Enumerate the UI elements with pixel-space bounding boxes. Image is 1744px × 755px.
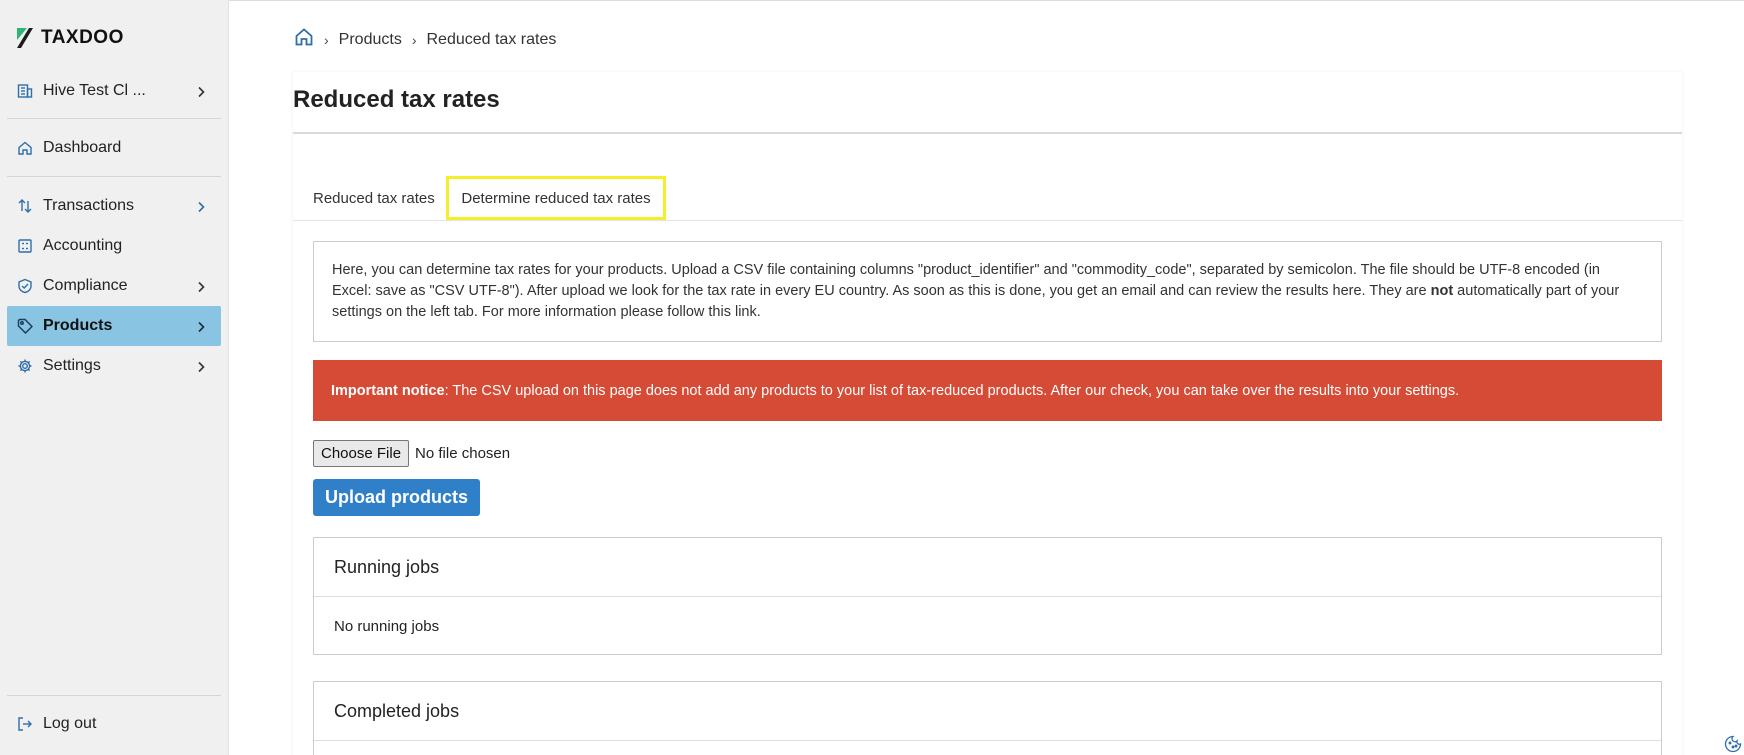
important-notice-banner: Important notice: The CSV upload on this… [313,360,1662,421]
chevron-right-icon: › [324,31,329,48]
taxdoo-logo-icon [15,26,35,50]
file-input[interactable]: Choose File No file chosen [313,440,510,467]
sidebar-item-label: Accounting [43,237,123,254]
info-text-box: Here, you can determine tax rates for yo… [313,241,1662,342]
breadcrumb: › Products › Reduced tax rates [294,27,556,52]
sidebar-item-label: Log out [43,715,97,732]
company-selector[interactable]: Hive Test Cl ... [7,71,221,111]
sidebar-item-compliance[interactable]: Compliance [7,266,221,306]
sidebar-item-label: Settings [43,357,101,374]
chevron-right-icon: › [411,31,417,48]
shield-check-icon [17,278,33,294]
page-title: Reduced tax rates [293,86,500,113]
cookie-settings-icon[interactable] [1724,735,1742,753]
calculator-icon [17,238,33,254]
building-icon [17,83,33,99]
sidebar-item-label: Dashboard [43,139,122,156]
sidebar-item-transactions[interactable]: Transactions [7,186,221,226]
choose-file-button[interactable]: Choose File [313,440,410,467]
chevron-right-icon [195,200,207,213]
notice-text: : The CSV upload on this page does not a… [444,382,1460,399]
sidebar-item-settings[interactable]: Settings [7,346,221,386]
completed-jobs-panel: Completed jobs [313,681,1662,755]
tag-icon [17,318,33,334]
sidebar-item-dashboard[interactable]: Dashboard [7,128,221,168]
sidebar-divider [7,176,221,177]
home-icon[interactable] [294,27,314,52]
gear-icon [17,358,33,374]
completed-jobs-title: Completed jobs [314,682,1661,741]
chevron-right-icon [195,85,207,98]
notice-title: Important notice [331,382,445,399]
logout-icon [17,716,33,732]
sidebar-item-logout[interactable]: Log out [7,704,221,744]
sidebar: TAXDOO Hive Test Cl ... Dashboard Transa… [0,0,229,755]
chevron-right-icon [195,320,207,333]
info-text-bold: not [1430,283,1454,299]
sidebar-divider [7,695,221,696]
top-border [229,0,1744,1]
sidebar-item-label: Transactions [43,197,134,214]
title-divider [293,132,1682,134]
file-status: No file chosen [415,445,511,462]
sidebar-item-products[interactable]: Products [7,306,221,346]
sidebar-item-label: Products [43,317,113,334]
sidebar-item-accounting[interactable]: Accounting [7,226,221,266]
tab-determine-reduced-tax-rates[interactable]: Determine reduced tax rates [446,176,666,220]
tab-reduced-tax-rates[interactable]: Reduced tax rates [313,176,435,220]
running-jobs-panel: Running jobs No running jobs [313,537,1662,655]
brand-name: TAXDOO [41,27,124,48]
brand-logo[interactable]: TAXDOO [15,24,124,52]
home-icon [17,140,33,156]
breadcrumb-item-current: Reduced tax rates [426,30,557,48]
chevron-right-icon [195,360,207,373]
running-jobs-title: Running jobs [314,538,1661,597]
running-jobs-empty: No running jobs [334,617,440,635]
arrows-icon [17,198,33,214]
tab-bar: Reduced tax rates Determine reduced tax … [293,176,1682,221]
company-name: Hive Test Cl ... [43,82,146,99]
upload-products-button[interactable]: Upload products [313,479,480,516]
breadcrumb-item-products[interactable]: Products [339,31,402,49]
sidebar-divider [7,118,221,119]
chevron-right-icon [195,280,207,293]
info-text: Here, you can determine tax rates for yo… [332,262,1600,299]
sidebar-item-label: Compliance [43,277,128,294]
